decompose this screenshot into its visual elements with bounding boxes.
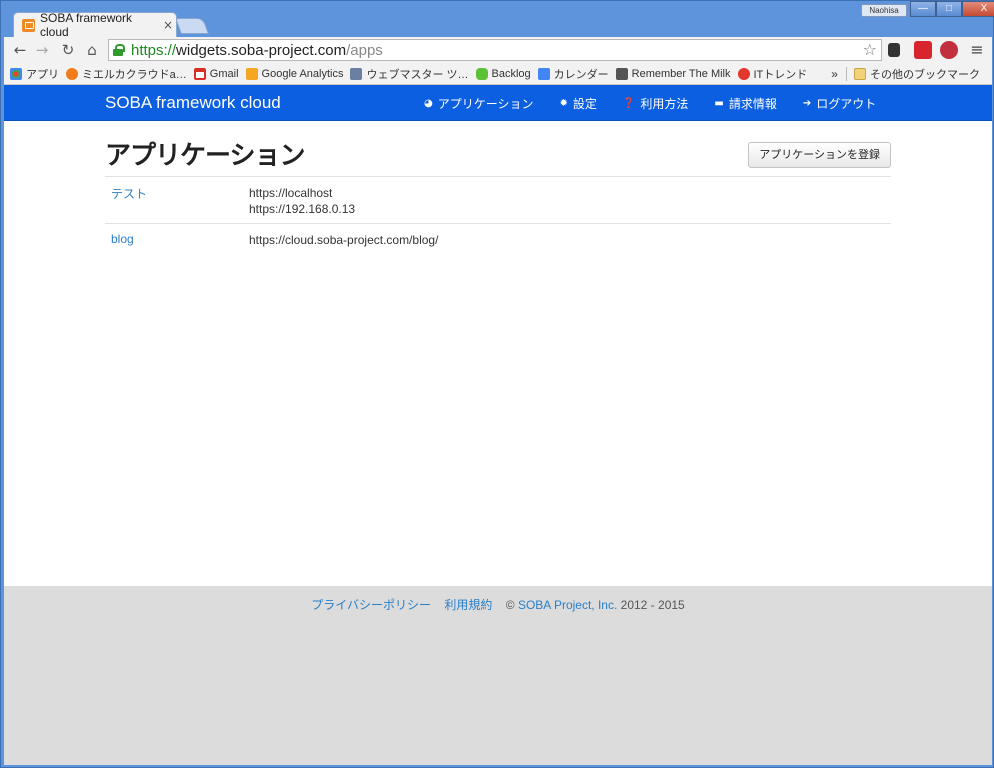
privacy-policy-link[interactable]: プライバシーポリシー	[311, 598, 431, 612]
site-footer: プライバシーポリシー 利用規約 © SOBA Project, Inc. 201…	[4, 586, 992, 765]
new-tab-button[interactable]	[175, 18, 209, 34]
credit-card-icon: ▬	[714, 97, 724, 109]
app-name-link[interactable]: blog	[105, 232, 249, 248]
reload-icon[interactable]: ↻	[58, 40, 78, 60]
bookmark-item[interactable]: ウェブマスター ツ…	[350, 66, 469, 82]
page-title: アプリケーション	[105, 141, 305, 171]
bookmark-item[interactable]: Gmail	[193, 67, 239, 80]
app-url: https://192.168.0.13	[249, 202, 356, 216]
bookmarks-more-button[interactable]: »	[831, 67, 838, 81]
app-url: https://cloud.soba-project.com/blog/	[249, 233, 439, 247]
title-row: アプリケーション アプリケーションを登録	[105, 121, 891, 177]
tab-title: SOBA framework cloud	[40, 11, 133, 39]
table-row: テスト https://localhost https://192.168.0.…	[105, 177, 891, 224]
close-window-button[interactable]: X	[962, 1, 994, 17]
tab-close-icon[interactable]: ×	[160, 18, 176, 32]
site-brand[interactable]: SOBA framework cloud	[105, 93, 281, 113]
extension-translate-icon[interactable]	[940, 41, 958, 59]
app-url: https://localhost	[249, 186, 333, 200]
webmaster-icon	[350, 67, 363, 80]
bookmark-item[interactable]: Backlog	[475, 67, 531, 80]
nav-settings[interactable]: ✹ 設定	[560, 95, 597, 112]
table-row: blog https://cloud.soba-project.com/blog…	[105, 224, 891, 254]
register-application-button[interactable]: アプリケーションを登録	[748, 142, 891, 168]
nav-applications[interactable]: ◕ アプリケーション	[424, 95, 534, 112]
nav-billing[interactable]: ▬ 請求情報	[714, 95, 776, 112]
bookmark-item[interactable]: ITトレンド	[737, 66, 807, 82]
bookmarks-bar: アプリ ミエルカクラウドa… Gmail Google Analytics ウェ…	[4, 63, 992, 85]
site-navbar: SOBA framework cloud ◕ アプリケーション ✹ 設定 ❓ 利…	[4, 85, 992, 121]
bookmark-star-icon[interactable]: ☆	[863, 40, 877, 60]
gear-icon: ✹	[559, 97, 568, 109]
url-text: https://widgets.soba-project.com/apps	[131, 41, 383, 59]
arrow-right-icon: ➔	[802, 97, 812, 109]
copyright-years: 2012 - 2015	[620, 598, 685, 612]
bookmark-item[interactable]: ミエルカクラウドa…	[66, 66, 187, 82]
lock-icon	[113, 44, 125, 56]
tab-strip: SOBA framework cloud × Naohisa — □ X	[1, 1, 994, 39]
back-arrow-icon[interactable]: ←	[10, 40, 30, 60]
bookmarks-divider	[845, 66, 847, 81]
apps-grid-icon	[10, 67, 22, 80]
terms-link[interactable]: 利用規約	[444, 598, 492, 612]
globe-icon: ◕	[424, 97, 433, 109]
app-urls: https://localhost https://192.168.0.13	[249, 185, 355, 217]
nav-logout[interactable]: ➔ ログアウト	[803, 95, 876, 112]
profile-badge[interactable]: Naohisa	[861, 4, 907, 17]
backlog-icon	[475, 67, 488, 80]
mieruka-icon	[66, 67, 78, 80]
footer-links: プライバシーポリシー 利用規約 © SOBA Project, Inc. 201…	[4, 596, 992, 613]
minimize-button[interactable]: —	[910, 1, 936, 17]
bookmark-item[interactable]: カレンダー	[537, 66, 609, 82]
company-link[interactable]: SOBA Project, Inc.	[518, 598, 617, 612]
folder-icon	[853, 67, 866, 80]
browser-window: SOBA framework cloud × Naohisa — □ X ← →…	[0, 0, 994, 768]
browser-tab[interactable]: SOBA framework cloud ×	[13, 11, 177, 39]
main-content: アプリケーション アプリケーションを登録 テスト https://localho…	[105, 121, 891, 254]
nav-usage[interactable]: ❓ 利用方法	[623, 95, 688, 112]
extension-badge-icon[interactable]	[914, 41, 932, 59]
forward-arrow-icon[interactable]: →	[32, 40, 52, 60]
home-icon[interactable]: ⌂	[82, 40, 102, 60]
nav-links: ◕ アプリケーション ✹ 設定 ❓ 利用方法 ▬ 請求情報 ➔ ログアウト	[424, 85, 902, 121]
favicon-icon	[22, 18, 35, 32]
app-name-link[interactable]: テスト	[105, 185, 249, 217]
menu-icon[interactable]: ≡	[968, 41, 986, 59]
window-controls: — □ X	[910, 1, 994, 17]
web-page: SOBA framework cloud ◕ アプリケーション ✹ 設定 ❓ 利…	[4, 85, 992, 765]
bookmark-item[interactable]: Remember The Milk	[615, 67, 731, 80]
other-bookmarks[interactable]: その他のブックマーク	[853, 66, 980, 82]
copyright-symbol: ©	[505, 598, 515, 612]
rtm-icon	[615, 67, 628, 80]
gmail-icon	[193, 67, 206, 80]
analytics-icon	[245, 67, 258, 80]
browser-toolbar: ← → ↻ ⌂ https://widgets.soba-project.com…	[4, 37, 992, 63]
bookmark-item[interactable]: Google Analytics	[245, 67, 343, 80]
maximize-button[interactable]: □	[936, 1, 962, 17]
question-icon: ❓	[622, 97, 636, 109]
app-urls: https://cloud.soba-project.com/blog/	[249, 232, 438, 248]
calendar-icon	[537, 67, 550, 80]
ittrend-icon	[737, 67, 750, 80]
extension-icon[interactable]	[888, 43, 900, 57]
address-bar[interactable]: https://widgets.soba-project.com/apps ☆	[108, 39, 882, 61]
bookmark-item[interactable]: アプリ	[10, 66, 59, 82]
